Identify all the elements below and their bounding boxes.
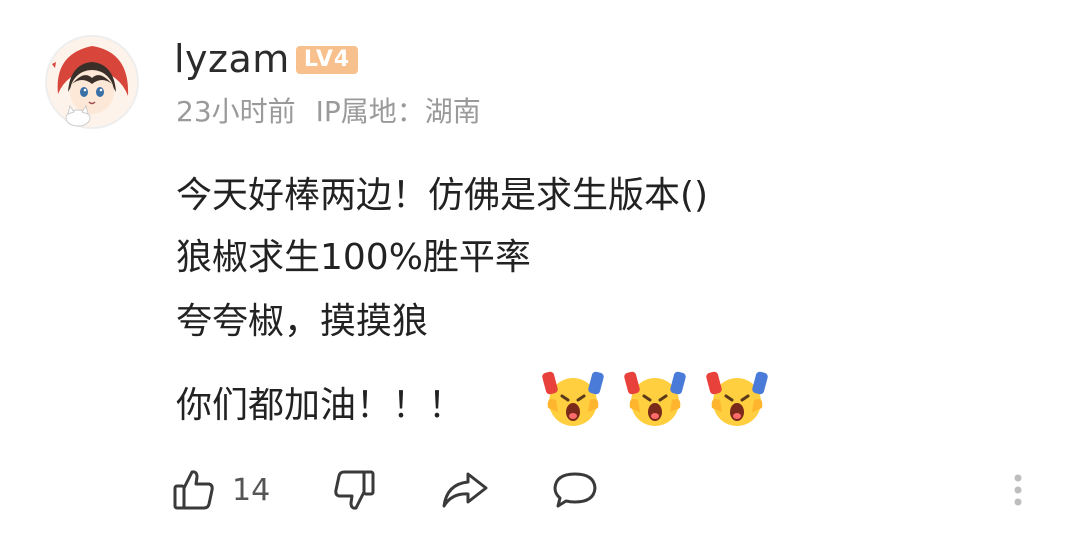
comment-meta: 23小时前 IP属地：湖南: [176, 90, 501, 134]
timestamp: 23小时前: [176, 95, 296, 128]
like-button[interactable]: 14: [170, 462, 270, 518]
more-vertical-icon: [1008, 466, 1028, 514]
share-button[interactable]: [440, 462, 490, 518]
emoji-row: [538, 368, 772, 428]
ip-location: IP属地：湖南: [315, 95, 481, 128]
comment-button[interactable]: [550, 462, 600, 518]
comment-line-3: 夸夸椒，摸摸狼: [176, 301, 429, 342]
user-avatar[interactable]: [44, 34, 140, 130]
cheering-emoji: [702, 368, 772, 428]
more-button[interactable]: [1008, 462, 1028, 518]
comment-icon: [550, 466, 600, 514]
cheering-emoji: [620, 368, 690, 428]
level-badge: LV4: [296, 46, 358, 74]
comment-line-2: 狼椒求生100%胜平率: [176, 237, 531, 278]
thumbs-up-icon: [170, 466, 218, 514]
like-count: 14: [232, 472, 271, 508]
share-icon: [440, 466, 490, 514]
comment-line-4: 你们都加油！！！: [176, 385, 465, 426]
username[interactable]: lyzam: [174, 34, 290, 84]
action-bar: 14: [170, 462, 1050, 518]
dislike-button[interactable]: [330, 462, 378, 518]
comment-line-1: 今天好棒两边！仿佛是求生版本(): [176, 175, 709, 216]
cheering-emoji: [538, 368, 608, 428]
thumbs-down-icon: [330, 466, 378, 514]
